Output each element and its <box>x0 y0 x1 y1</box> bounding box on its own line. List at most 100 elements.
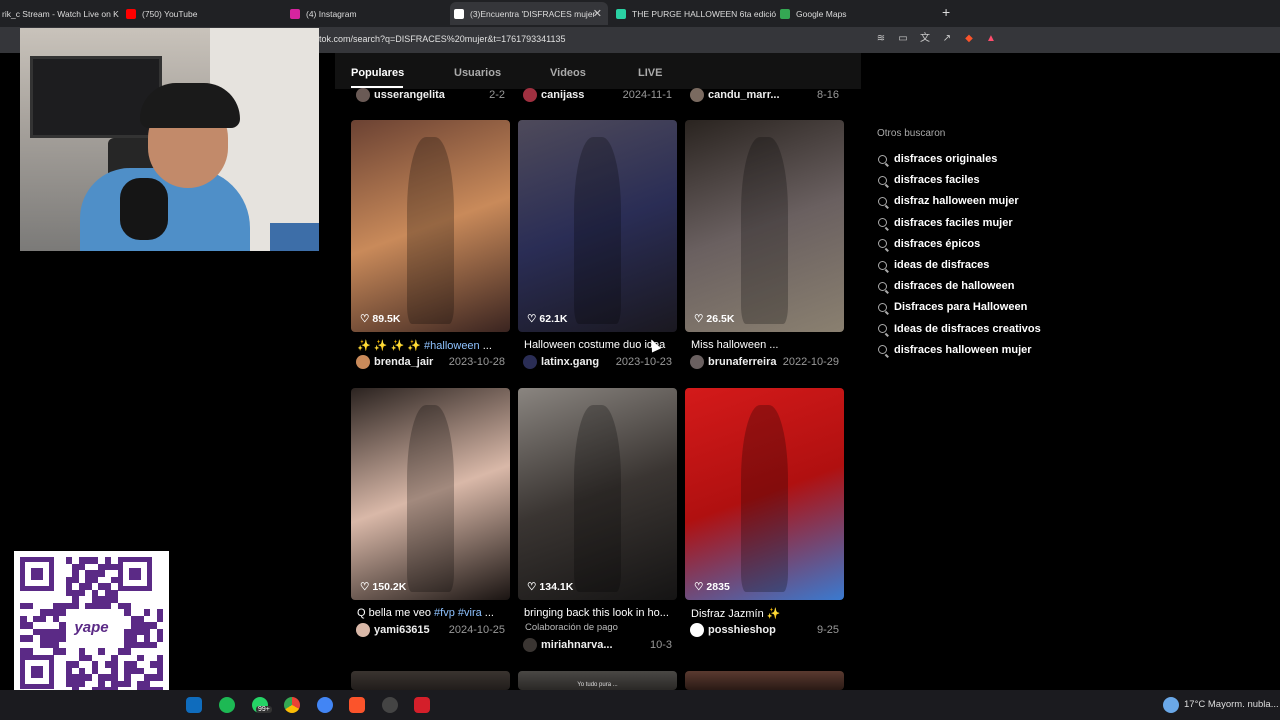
qr-module <box>72 602 79 609</box>
avatar[interactable] <box>690 88 704 102</box>
related-search-item[interactable]: Disfraces para Halloween <box>878 301 1027 313</box>
avatar[interactable] <box>523 638 537 652</box>
tab-favicon-icon <box>126 8 136 19</box>
brave-icon[interactable] <box>349 697 365 713</box>
related-search-item[interactable]: disfraz halloween mujer <box>878 195 1019 207</box>
video-caption[interactable]: Q bella me veo #fvp #vira ... <box>357 607 516 619</box>
outlook-icon[interactable] <box>186 697 202 713</box>
caption-text: ✨ ✨ ✨ ✨ <box>357 340 425 352</box>
share-icon[interactable]: ↗ <box>940 32 954 46</box>
hashtag-link[interactable]: #halloween <box>424 340 480 352</box>
avatar[interactable] <box>523 88 537 102</box>
browser-tab[interactable]: (4) Instagram <box>286 2 450 25</box>
related-search-item[interactable]: disfraces de halloween <box>878 280 1014 292</box>
video-caption[interactable]: bringing back this look in ho... <box>524 607 683 619</box>
like-count-value: 2835 <box>706 581 730 593</box>
username[interactable]: latinx.gang <box>541 356 599 368</box>
tab-populares[interactable]: Populares <box>351 67 404 79</box>
close-tab-icon[interactable]: ✕ <box>593 7 602 20</box>
video-thumbnail[interactable]: ♡ 62.1K <box>518 120 677 332</box>
related-search-item[interactable]: disfraces faciles <box>878 174 980 186</box>
spotify-icon[interactable] <box>219 697 235 713</box>
video-caption[interactable]: Disfraz Jazmín ✨ <box>691 607 850 620</box>
tab-favicon-icon <box>290 8 300 19</box>
video-figure <box>573 404 622 592</box>
related-search-label: disfraces faciles mujer <box>894 216 1013 229</box>
related-search-item[interactable]: disfraces halloween mujer <box>878 344 1032 356</box>
search-icon <box>878 302 887 312</box>
rewards-icon[interactable]: ▲ <box>984 32 998 46</box>
related-search-item[interactable]: disfraces épicos <box>878 238 980 250</box>
username[interactable]: brunaferreira <box>708 356 776 368</box>
qr-module <box>156 635 163 642</box>
related-search-label: disfraces halloween mujer <box>894 343 1032 356</box>
qr-module <box>59 609 66 616</box>
tab-videos[interactable]: Videos <box>550 67 586 79</box>
like-count: ♡ 2835 <box>694 581 730 593</box>
video-thumbnail[interactable]: ♡ 26.5K <box>685 120 844 332</box>
username[interactable]: brenda_jair <box>374 356 433 368</box>
browser-tab[interactable]: (750) YouTube <box>122 2 286 25</box>
video-caption[interactable]: Miss halloween ... <box>691 339 850 351</box>
username[interactable]: candu_marr... <box>708 89 780 101</box>
video-date: 2024-11-1 <box>622 89 672 101</box>
video-date: 9-25 <box>816 624 839 636</box>
related-search-item[interactable]: disfraces faciles mujer <box>878 217 1013 229</box>
browser-tab[interactable]: (3)Encuentra 'DISFRACES mujer' ✕ <box>450 2 608 25</box>
tab-usuarios[interactable]: Usuarios <box>454 67 501 79</box>
video-thumbnail[interactable]: Yo tudo pura ... <box>518 671 677 690</box>
browser-tab-bar: rik_c Stream - Watch Live on K (750) YouT… <box>0 0 1280 27</box>
video-date: 2023-10-28 <box>448 356 505 368</box>
weather-text[interactable]: 17°C Mayorm. nubla... <box>1184 699 1279 710</box>
caption-text: Q bella me veo <box>357 607 435 619</box>
related-search-item[interactable]: Ideas de disfraces creativos <box>878 323 1041 335</box>
browser-tab[interactable]: Google Maps <box>776 2 936 25</box>
hashtag-link[interactable]: #fvp #vira <box>434 607 482 619</box>
related-search-item[interactable]: disfraces originales <box>878 153 997 165</box>
qr-module <box>59 635 66 642</box>
related-search-item[interactable]: ideas de disfraces <box>878 259 989 271</box>
like-count-value: 134.1K <box>539 581 574 593</box>
new-tab-button[interactable]: + <box>942 4 950 20</box>
search-icon <box>878 175 887 185</box>
cast-icon[interactable]: ▭ <box>896 32 910 46</box>
tab-live[interactable]: LIVE <box>638 67 662 79</box>
avatar[interactable] <box>356 88 370 102</box>
avatar[interactable] <box>690 623 704 637</box>
username[interactable]: miriahnarva... <box>541 639 613 651</box>
app-icon[interactable] <box>414 697 430 713</box>
avatar[interactable] <box>523 355 537 369</box>
qr-module <box>124 680 131 687</box>
avatar[interactable] <box>690 355 704 369</box>
qr-module <box>98 570 105 577</box>
reader-icon[interactable]: ≋ <box>874 32 888 46</box>
video-meta: posshieshop 9-25 <box>690 622 839 638</box>
username[interactable]: posshieshop <box>708 624 776 636</box>
browser-tab[interactable]: THE PURGE HALLOWEEN 6ta edición <box>612 2 776 25</box>
heart-icon: ♡ <box>527 581 537 593</box>
chrome-icon[interactable] <box>284 697 300 713</box>
translate-icon[interactable]: 文 <box>918 32 932 46</box>
app-icon[interactable] <box>317 697 333 713</box>
brave-shield-icon[interactable]: ◆ <box>962 32 976 46</box>
url-field[interactable]: tok.com/search?q=DISFRACES%20mujer&t=176… <box>319 34 565 44</box>
like-count: ♡ 89.5K <box>360 313 400 325</box>
username[interactable]: usserangelita <box>374 89 445 101</box>
username[interactable]: canijass <box>541 89 584 101</box>
avatar[interactable] <box>356 355 370 369</box>
obs-icon[interactable] <box>382 697 398 713</box>
avatar[interactable] <box>356 623 370 637</box>
qr-module <box>59 648 66 655</box>
video-caption[interactable]: ✨ ✨ ✨ ✨ #halloween ... <box>357 339 516 352</box>
video-figure <box>406 136 455 324</box>
username[interactable]: yami63615 <box>374 624 430 636</box>
video-thumbnail[interactable]: ♡ 89.5K <box>351 120 510 332</box>
video-thumbnail[interactable]: ♡ 134.1K <box>518 388 677 600</box>
browser-tab[interactable]: rik_c Stream - Watch Live on K <box>0 2 120 25</box>
video-thumbnail[interactable] <box>685 671 844 690</box>
video-thumbnail[interactable]: ♡ 150.2K <box>351 388 510 600</box>
video-thumbnail[interactable]: ♡ 2835 <box>685 388 844 600</box>
video-thumbnail[interactable] <box>351 671 510 690</box>
weather-icon[interactable] <box>1163 697 1179 713</box>
like-count-value: 150.2K <box>372 581 407 593</box>
